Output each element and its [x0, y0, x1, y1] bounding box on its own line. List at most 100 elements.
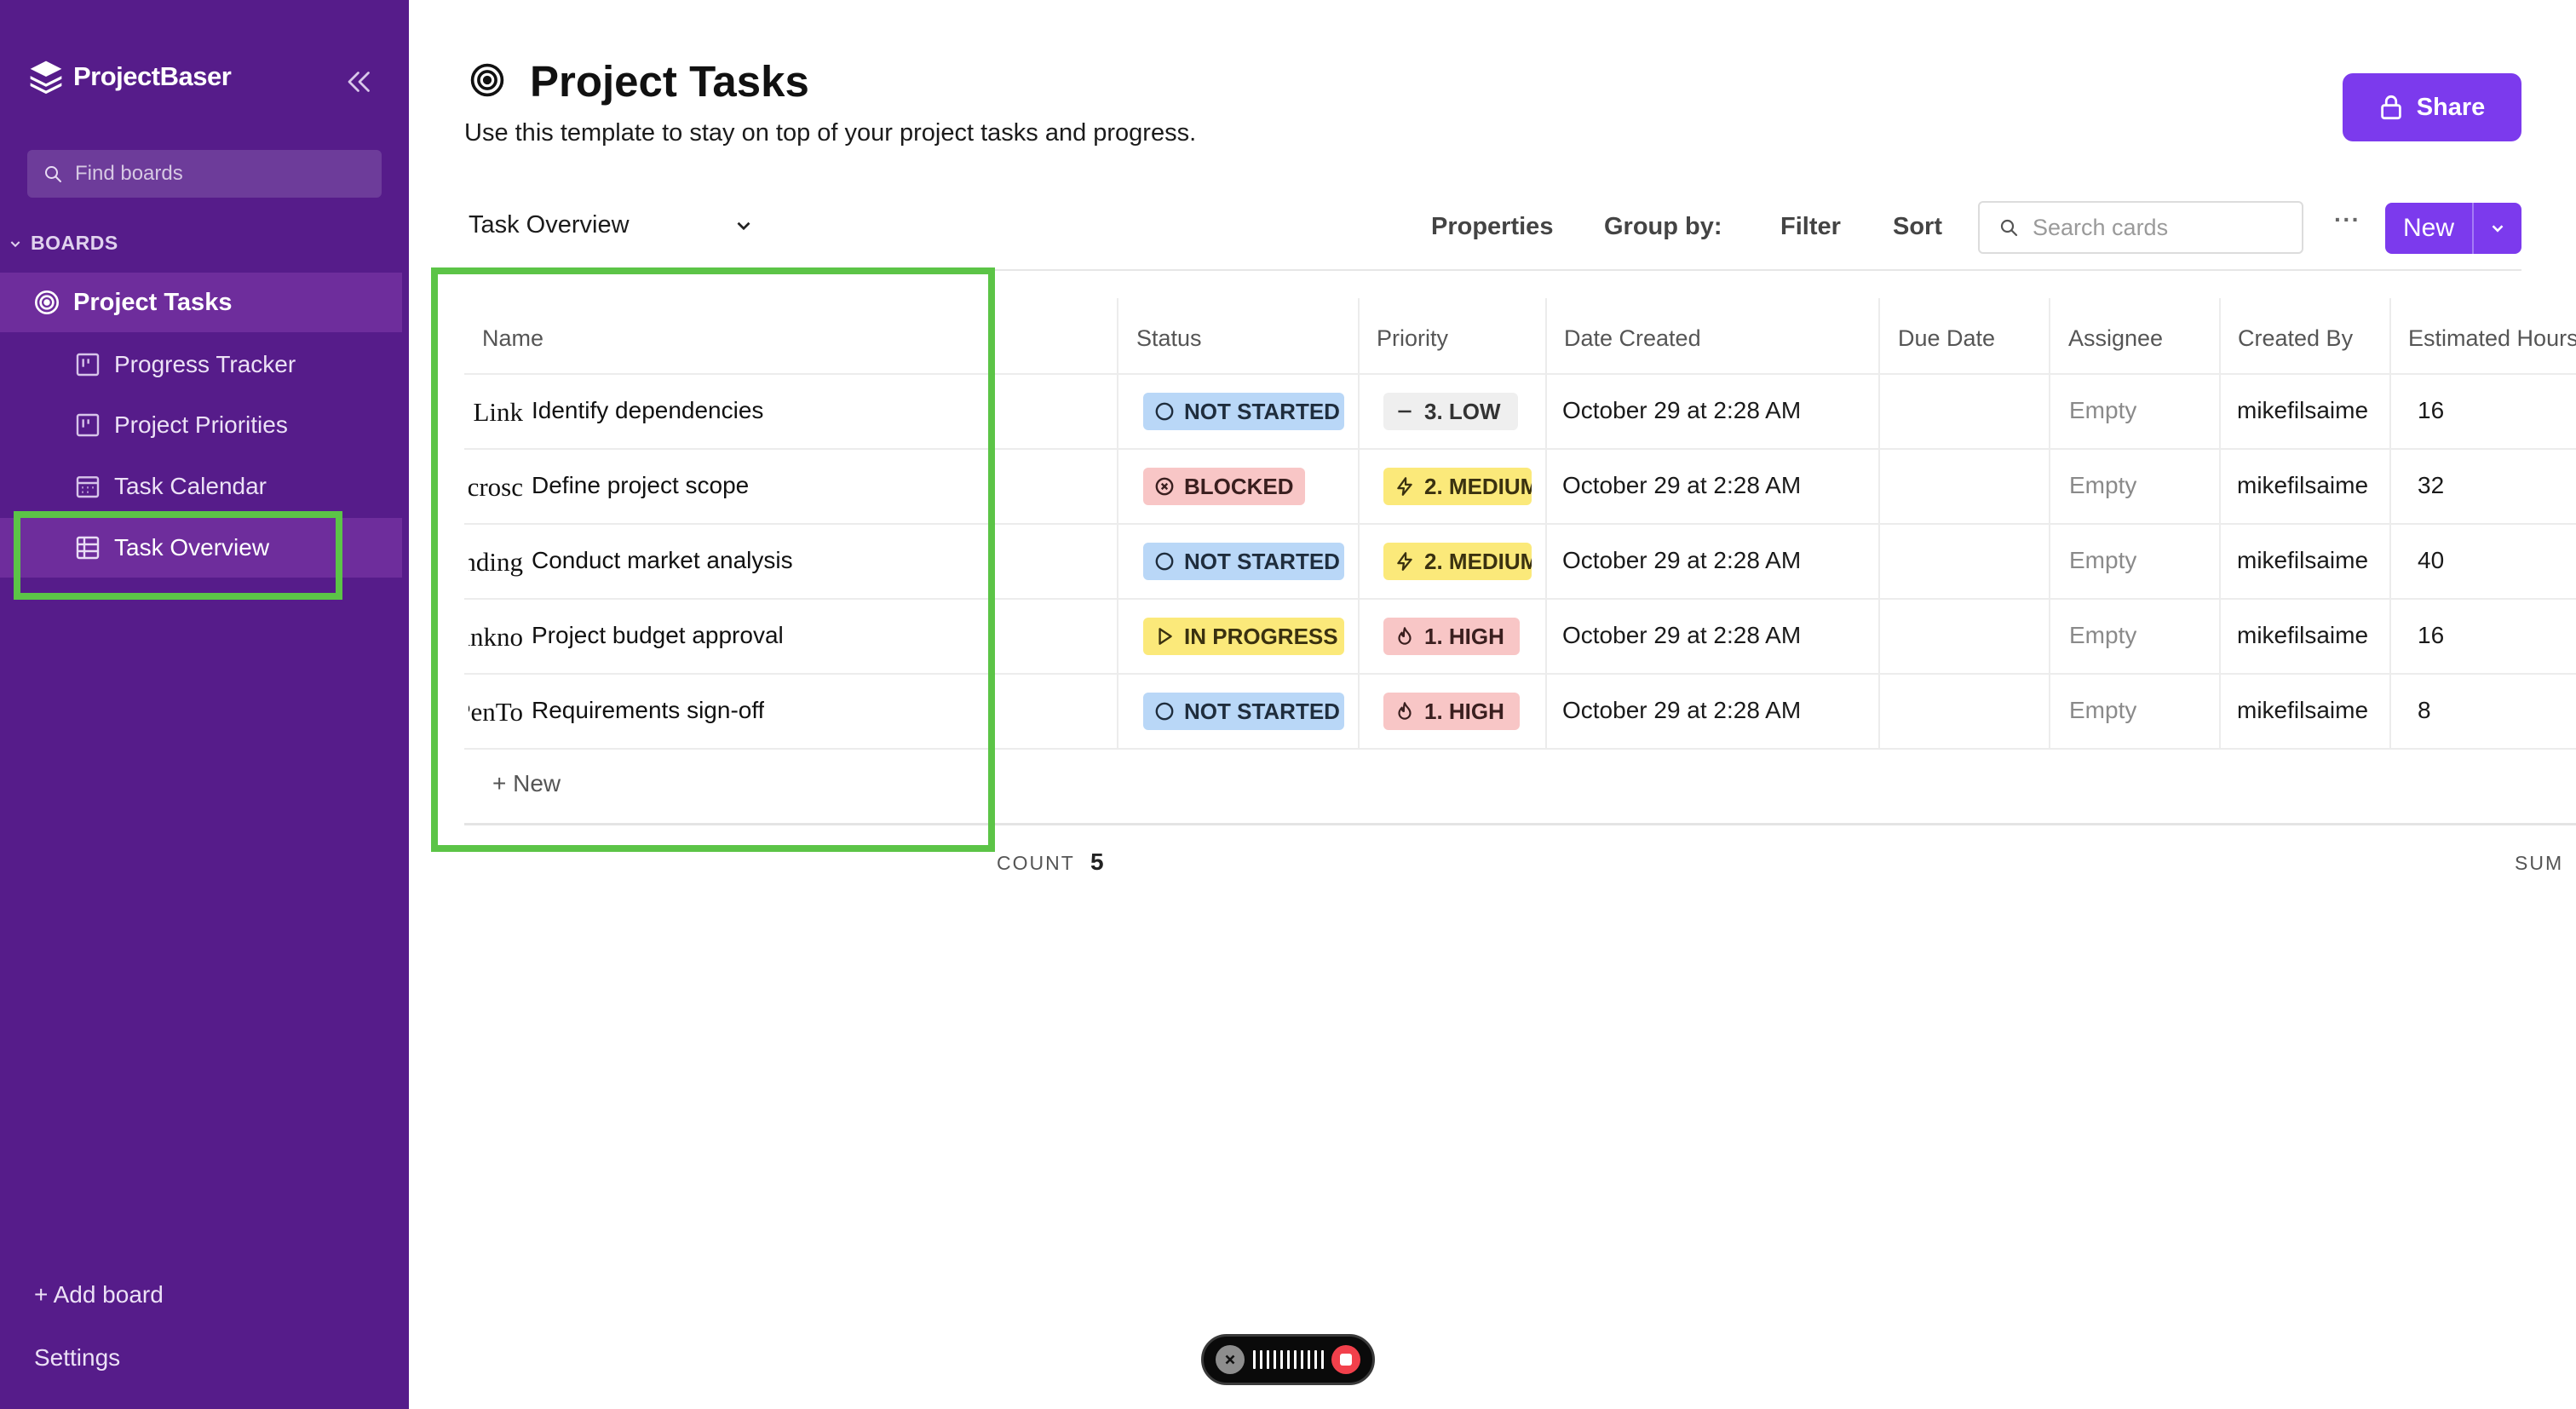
sidebar-item-progress-tracker[interactable]: Progress Tracker	[0, 335, 402, 394]
target-icon	[470, 63, 504, 97]
assignee[interactable]: Empty	[2069, 697, 2136, 724]
estimated-hours[interactable]: 16	[2418, 622, 2444, 649]
circle-icon	[1155, 702, 1174, 721]
assignee[interactable]: Empty	[2069, 622, 2136, 649]
priority-badge[interactable]: 3. LOW	[1383, 393, 1518, 430]
priority-badge[interactable]: 1. HIGH	[1383, 618, 1520, 655]
brand[interactable]: ProjectBaser	[27, 58, 232, 95]
created-by: mikefilsaime	[2237, 547, 2369, 573]
close-icon	[1225, 1354, 1235, 1365]
sidebar-board-label: Project Tasks	[73, 288, 233, 316]
board-icon	[73, 350, 102, 379]
search-cards-placeholder: Search cards	[2033, 214, 2169, 240]
calendar-icon	[73, 472, 102, 501]
row-icon: Link	[473, 397, 523, 427]
filter-button[interactable]: Filter	[1780, 213, 1841, 241]
estimated-hours[interactable]: 40	[2418, 547, 2444, 574]
boards-section-label: BOARDS	[31, 232, 118, 254]
more-options-button[interactable]: ···	[2334, 206, 2360, 233]
sum-label[interactable]: SUM	[2515, 852, 2563, 875]
table-icon	[73, 533, 102, 562]
group-by-button[interactable]: Group by:	[1604, 213, 1722, 241]
view-selector[interactable]: Task Overview	[469, 211, 750, 239]
sidebar-item-task-overview[interactable]: Task Overview	[0, 518, 402, 578]
app-name: ProjectBaser	[73, 61, 232, 91]
priority-badge[interactable]: 2. MEDIUM	[1383, 543, 1532, 580]
priority-badge[interactable]: 1. HIGH	[1383, 693, 1520, 730]
find-boards-input[interactable]: Find boards	[27, 150, 382, 198]
status-badge[interactable]: NOT STARTED	[1143, 393, 1344, 430]
column-header-priority[interactable]: Priority	[1377, 325, 1448, 352]
search-icon	[2000, 219, 2018, 237]
dash-icon	[1398, 410, 1412, 413]
circle-icon	[1155, 552, 1174, 571]
status-badge[interactable]: BLOCKED	[1143, 468, 1305, 505]
play-icon	[1159, 628, 1172, 645]
new-card-dropdown[interactable]	[2474, 219, 2521, 238]
lightning-icon	[1397, 477, 1412, 496]
column-header-due-date[interactable]: Due Date	[1898, 325, 1995, 352]
task-name[interactable]: Identify dependencies	[532, 397, 763, 424]
task-name[interactable]: Define project scope	[532, 472, 749, 499]
created-by: mikefilsaime	[2237, 472, 2369, 498]
sort-button[interactable]: Sort	[1893, 213, 1942, 241]
find-boards-placeholder: Find boards	[75, 162, 183, 185]
assignee[interactable]: Empty	[2069, 397, 2136, 424]
sidebar-item-project-priorities[interactable]: Project Priorities	[0, 395, 402, 455]
priority-badge[interactable]: 2. MEDIUM	[1383, 468, 1532, 505]
date-created: October 29 at 2:28 AM	[1562, 697, 1802, 723]
properties-button[interactable]: Properties	[1431, 213, 1553, 241]
sidebar-item-label: Project Priorities	[114, 411, 288, 438]
chevron-down-icon	[737, 221, 750, 231]
share-button[interactable]: Share	[2343, 73, 2521, 141]
sidebar-board-project-tasks[interactable]: Project Tasks	[0, 273, 402, 332]
add-new-row-button[interactable]: + New	[492, 770, 561, 797]
task-name[interactable]: Conduct market analysis	[532, 547, 793, 574]
search-icon	[45, 166, 61, 182]
status-badge[interactable]: NOT STARTED	[1143, 543, 1344, 580]
column-header-date-created[interactable]: Date Created	[1564, 325, 1701, 352]
search-cards-input[interactable]: Search cards	[1978, 201, 2303, 254]
audio-level-icon	[1252, 1350, 1324, 1369]
task-name[interactable]: Project budget approval	[532, 622, 784, 649]
collapse-sidebar-button[interactable]	[341, 63, 378, 101]
column-header-assignee[interactable]: Assignee	[2068, 325, 2163, 352]
add-board-button[interactable]: + Add board	[34, 1281, 164, 1308]
sidebar-item-label: Task Overview	[114, 534, 270, 561]
created-by: mikefilsaime	[2237, 622, 2369, 648]
estimated-hours[interactable]: 8	[2418, 697, 2431, 724]
sidebar-item-label: Task Calendar	[114, 473, 267, 499]
estimated-hours[interactable]: 16	[2418, 397, 2444, 424]
target-icon	[32, 288, 61, 317]
created-by: mikefilsaime	[2237, 397, 2369, 423]
double-chevron-left-icon	[348, 72, 370, 92]
sidebar: ProjectBaser Find boards BOARDS Project …	[0, 0, 409, 1409]
task-name[interactable]: Requirements sign-off	[532, 697, 764, 724]
count-label: COUNT	[997, 852, 1075, 874]
page-title: Project Tasks	[530, 57, 809, 106]
sidebar-item-label: Progress Tracker	[114, 351, 296, 377]
status-badge[interactable]: IN PROGRESS	[1143, 618, 1344, 655]
status-badge[interactable]: NOT STARTED	[1143, 693, 1344, 730]
stop-recording-button[interactable]	[1331, 1345, 1360, 1374]
assignee[interactable]: Empty	[2069, 547, 2136, 574]
screen-recorder-control	[1201, 1334, 1375, 1385]
column-header-status[interactable]: Status	[1136, 325, 1202, 352]
estimated-hours[interactable]: 32	[2418, 472, 2444, 499]
close-recording-button[interactable]	[1216, 1345, 1245, 1374]
flame-icon	[1398, 627, 1412, 645]
column-header-name[interactable]: Name	[482, 325, 543, 352]
sidebar-item-task-calendar[interactable]: Task Calendar	[0, 457, 402, 516]
column-header-created-by[interactable]: Created By	[2238, 325, 2353, 352]
lock-icon	[2380, 95, 2401, 120]
assignee[interactable]: Empty	[2069, 472, 2136, 499]
column-header-estimated-hours[interactable]: Estimated Hours	[2408, 325, 2576, 352]
boards-section-toggle[interactable]: BOARDS	[9, 232, 118, 255]
flame-icon	[1398, 702, 1412, 720]
new-card-button[interactable]: New	[2385, 203, 2521, 254]
page-subtitle: Use this template to stay on top of your…	[464, 119, 1197, 147]
stack-logo-icon	[30, 60, 62, 95]
settings-link[interactable]: Settings	[34, 1344, 120, 1372]
new-card-label: New	[2402, 214, 2454, 242]
circle-icon	[1155, 402, 1174, 421]
